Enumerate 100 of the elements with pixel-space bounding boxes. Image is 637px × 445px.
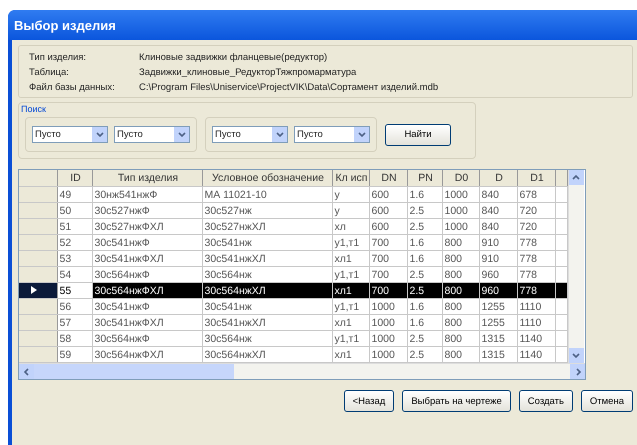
- dropdown[interactable]: Пусто: [294, 126, 370, 143]
- column-header[interactable]: DN: [369, 170, 407, 186]
- table-cell: 800: [442, 282, 479, 298]
- table-cell: хл: [332, 218, 369, 234]
- table-cell: 1110: [517, 298, 555, 314]
- column-header[interactable]: D0: [442, 170, 479, 186]
- column-header[interactable]: PN: [407, 170, 442, 186]
- table-row[interactable]: 58 30с564нжФ 30с564нж у1,т1 1000 2.5 800 1315 1140: [19, 330, 567, 346]
- row-header: [19, 170, 57, 186]
- table-row[interactable]: 52 30с541нжФ 30с541нж у1,т1 700 1.6 800 910 778: [19, 234, 567, 250]
- table-cell: 30с541нжФХЛ: [92, 250, 202, 266]
- table-cell: 800: [442, 234, 479, 250]
- table-cell: 30с541нжХЛ: [202, 314, 332, 330]
- table-cell: 55: [57, 282, 92, 298]
- table-cell: у1,т1: [332, 234, 369, 250]
- table-row[interactable]: 50 30с527нжФ 30с527нж у 600 2.5 1000 840 720: [19, 202, 567, 218]
- table-cell: 910: [479, 234, 517, 250]
- table-cell: 56: [57, 298, 92, 314]
- table-cell: 58: [57, 330, 92, 346]
- column-header[interactable]: Кл исп: [332, 170, 369, 186]
- table-cell: у1,т1: [332, 298, 369, 314]
- table-cell: у1,т1: [332, 330, 369, 346]
- table-cell: 50: [57, 202, 92, 218]
- table-cell: МА 11021-10: [202, 186, 332, 202]
- caret-icon: [572, 352, 580, 360]
- table-cell: 30с527нжФХЛ: [92, 218, 202, 234]
- column-header[interactable]: Условное обозначение: [202, 170, 332, 186]
- current-row-icon: [31, 286, 37, 294]
- table-cell: 49: [57, 186, 92, 202]
- dialog-button[interactable]: Создать: [518, 390, 573, 412]
- table-cell: 600: [369, 218, 407, 234]
- dialog-button[interactable]: <Назад: [344, 390, 394, 412]
- dropdown[interactable]: Пусто: [114, 126, 190, 143]
- info-label: Файл базы данных:: [29, 82, 116, 93]
- dropdown[interactable]: Пусто: [32, 126, 108, 143]
- column-header[interactable]: Тип изделия: [92, 170, 202, 186]
- table-cell: 1315: [479, 330, 517, 346]
- table-cell: 30с541нж: [202, 298, 332, 314]
- table-cell: 53: [57, 250, 92, 266]
- table-cell: 1000: [369, 314, 407, 330]
- table-cell: 720: [517, 218, 555, 234]
- table-cell: 840: [479, 202, 517, 218]
- table-cell: 30с527нж: [202, 202, 332, 218]
- table-cell: 30с541нжХЛ: [202, 250, 332, 266]
- table-cell: 30с564нж: [202, 330, 332, 346]
- table-cell: 30с564нжХЛ: [202, 282, 332, 298]
- group-title: Поиск: [21, 104, 47, 114]
- table-cell: 800: [442, 330, 479, 346]
- table-row[interactable]: 56 30с541нжФ 30с541нж у1,т1 1000 1.6 800 1255 1110: [19, 298, 567, 314]
- table-cell: 600: [369, 186, 407, 202]
- table-cell: 1.6: [407, 186, 442, 202]
- table-cell: 840: [479, 186, 517, 202]
- row-header[interactable]: [19, 282, 57, 298]
- info-value: C:\Program Files\Uniservice\ProjectVIK\Data\Сортамент изделий.mdb: [139, 82, 440, 93]
- table-cell: 800: [442, 314, 479, 330]
- table-cell: хл1: [332, 314, 369, 330]
- table-cell: 30с564нжФХЛ: [92, 282, 202, 298]
- column-header[interactable]: ID: [57, 170, 92, 186]
- table-cell: 1000: [369, 330, 407, 346]
- table-row[interactable]: 51 30с527нжФХЛ 30с527нжХЛ хл 600 2.5 1000 840 720: [19, 218, 567, 234]
- table-cell: 30с564нжФ: [92, 330, 202, 346]
- info-value: Задвижки_клиновые_РедукторТяжпромарматура: [139, 67, 358, 78]
- table-cell: 30с541нжФХЛ: [92, 314, 202, 330]
- table-row[interactable]: 49 30нж541нжФ МА 11021-10 у 600 1.6 1000 840 678: [19, 186, 567, 202]
- table-cell: хл1: [332, 282, 369, 298]
- table-cell: 1.6: [407, 314, 442, 330]
- column-header[interactable]: [555, 170, 567, 186]
- table-cell: 910: [479, 250, 517, 266]
- dialog-button[interactable]: Выбрать на чертеже: [402, 390, 511, 412]
- window-title: Выбор изделия: [8, 10, 637, 40]
- horizontal-scrollbar[interactable]: [19, 363, 585, 379]
- dialog-button[interactable]: Отмена: [580, 390, 633, 412]
- table-cell: 1000: [442, 186, 479, 202]
- table-cell: 52: [57, 234, 92, 250]
- caret-icon: [96, 130, 104, 138]
- table-cell: 1.6: [407, 298, 442, 314]
- table-cell: 700: [369, 250, 407, 266]
- table-row[interactable]: 53 30с541нжФХЛ 30с541нжХЛ хл1 700 1.6 800 910 778: [19, 250, 567, 266]
- table-cell: 1000: [442, 218, 479, 234]
- table-row[interactable]: 57 30с541нжФХЛ 30с541нжХЛ хл1 1000 1.6 800 1255 1110: [19, 314, 567, 330]
- table-cell: 778: [517, 250, 555, 266]
- column-header[interactable]: D1: [517, 170, 555, 186]
- table-cell: 800: [442, 298, 479, 314]
- info-label: Тип изделия:: [29, 52, 88, 63]
- table-cell: хл1: [332, 250, 369, 266]
- dropdown[interactable]: Пусто: [212, 126, 288, 143]
- find-button[interactable]: Найти: [385, 124, 451, 146]
- table-cell: 1.6: [407, 250, 442, 266]
- table-cell: 1255: [479, 298, 517, 314]
- table-cell: 1000: [369, 298, 407, 314]
- table-cell: 1140: [517, 330, 555, 346]
- table-row[interactable]: 55 30с564нжФХЛ 30с564нжХЛ хл1 700 2.5 800 960 778: [19, 282, 567, 298]
- table-cell: 800: [442, 250, 479, 266]
- table-cell: 2.5: [407, 282, 442, 298]
- vertical-scrollbar[interactable]: [568, 170, 584, 363]
- column-header[interactable]: D: [479, 170, 517, 186]
- caret-icon: [276, 130, 284, 138]
- table-cell: 960: [479, 282, 517, 298]
- table-cell: 57: [57, 314, 92, 330]
- table-cell: 840: [479, 218, 517, 234]
